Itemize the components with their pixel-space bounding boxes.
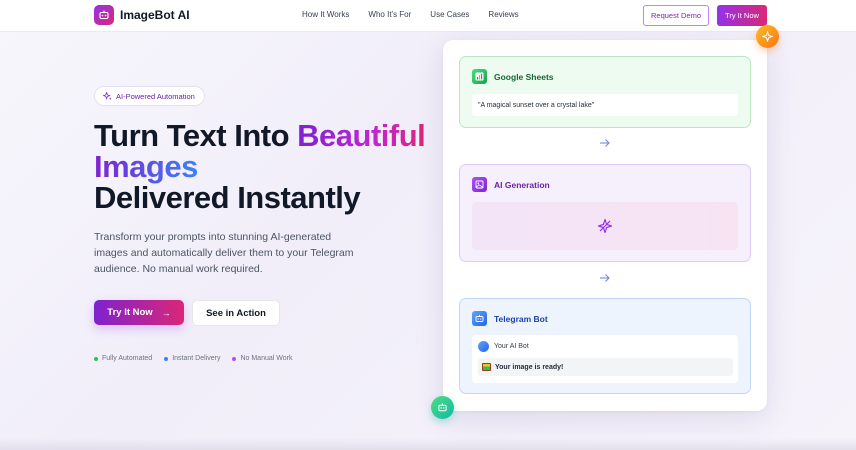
- ai-powered-badge: AI-Powered Automation: [94, 86, 205, 106]
- headline-part2: Delivered Instantly: [94, 180, 361, 215]
- image-icon: [472, 177, 487, 192]
- bot-name: Your AI Bot: [494, 343, 529, 350]
- arrow-right-icon: [600, 274, 610, 282]
- prompt-text: "A magical sunset over a crystal lake": [472, 94, 738, 116]
- step-header: AI Generation: [472, 177, 550, 192]
- ai-generation-step: AI Generation: [459, 164, 751, 262]
- bot-row: Your AI Bot: [478, 341, 529, 352]
- nav-link-use-cases[interactable]: Use Cases: [430, 10, 469, 19]
- spreadsheet-icon: [472, 69, 487, 84]
- generation-preview: [472, 202, 738, 250]
- google-sheets-step: Google Sheets "A magical sunset over a c…: [459, 56, 751, 128]
- top-navigation: ImageBot AI How It Works Who It's For Us…: [0, 0, 856, 32]
- page-fold-shadow: [0, 438, 856, 450]
- chat-message: Your image is ready!: [478, 358, 733, 376]
- bot-icon: [472, 311, 487, 326]
- feature-list: Fully Automated Instant Delivery No Manu…: [94, 355, 304, 362]
- hero-headline: Turn Text Into Beautiful Images Delivere…: [94, 120, 454, 213]
- purple-dot-icon: [232, 356, 237, 361]
- nav-link-how-it-works[interactable]: How It Works: [302, 10, 349, 19]
- try-it-now-button[interactable]: Try It Now →: [94, 300, 184, 325]
- robot-icon: [94, 5, 114, 25]
- nav-links: How It Works Who It's For Use Cases Revi…: [302, 10, 538, 19]
- blue-dot-icon: [164, 356, 169, 361]
- picture-icon: [482, 363, 491, 371]
- step-title: Telegram Bot: [494, 313, 548, 324]
- try-it-now-label: Try It Now: [107, 307, 153, 318]
- telegram-bot-step: Telegram Bot Your AI Bot Your image is r…: [459, 298, 751, 394]
- message-text: Your image is ready!: [495, 363, 564, 371]
- step-header: Google Sheets: [472, 69, 554, 84]
- feature-no-manual-work: No Manual Work: [232, 355, 292, 362]
- sparkle-badge-icon: [756, 25, 779, 48]
- see-in-action-button[interactable]: See in Action: [192, 300, 280, 326]
- step-title: Google Sheets: [494, 71, 554, 82]
- arrow-right-icon: [600, 139, 610, 147]
- feature-label: Instant Delivery: [172, 355, 221, 362]
- request-demo-button[interactable]: Request Demo: [643, 5, 709, 26]
- nav-try-it-now-button[interactable]: Try It Now: [717, 5, 767, 26]
- sparkles-icon: [103, 91, 112, 100]
- headline-highlight-beautiful: Beautiful: [297, 118, 426, 153]
- brand-name: ImageBot AI: [120, 8, 190, 22]
- brand-logo[interactable]: ImageBot AI: [94, 5, 190, 25]
- arrow-right-icon: →: [161, 307, 171, 318]
- feature-label: Fully Automated: [102, 355, 153, 362]
- hero-description: Transform your prompts into stunning AI-…: [94, 231, 354, 275]
- badge-label: AI-Powered Automation: [116, 91, 195, 101]
- avatar: [478, 341, 489, 352]
- nav-link-reviews[interactable]: Reviews: [488, 10, 518, 19]
- headline-part1: Turn Text Into: [94, 118, 298, 153]
- green-dot-icon: [94, 356, 98, 361]
- step-header: Telegram Bot: [472, 311, 548, 326]
- step-title: AI Generation: [494, 179, 550, 190]
- magic-wand-icon: [597, 218, 613, 234]
- telegram-chat-preview: Your AI Bot Your image is ready!: [472, 335, 738, 383]
- feature-fully-automated: Fully Automated: [94, 355, 152, 362]
- headline-highlight-images: Images: [94, 149, 198, 184]
- feature-label: No Manual Work: [240, 355, 293, 362]
- feature-instant-delivery: Instant Delivery: [164, 355, 220, 362]
- robot-badge-icon: [431, 396, 454, 419]
- nav-link-who-its-for[interactable]: Who It's For: [368, 10, 411, 19]
